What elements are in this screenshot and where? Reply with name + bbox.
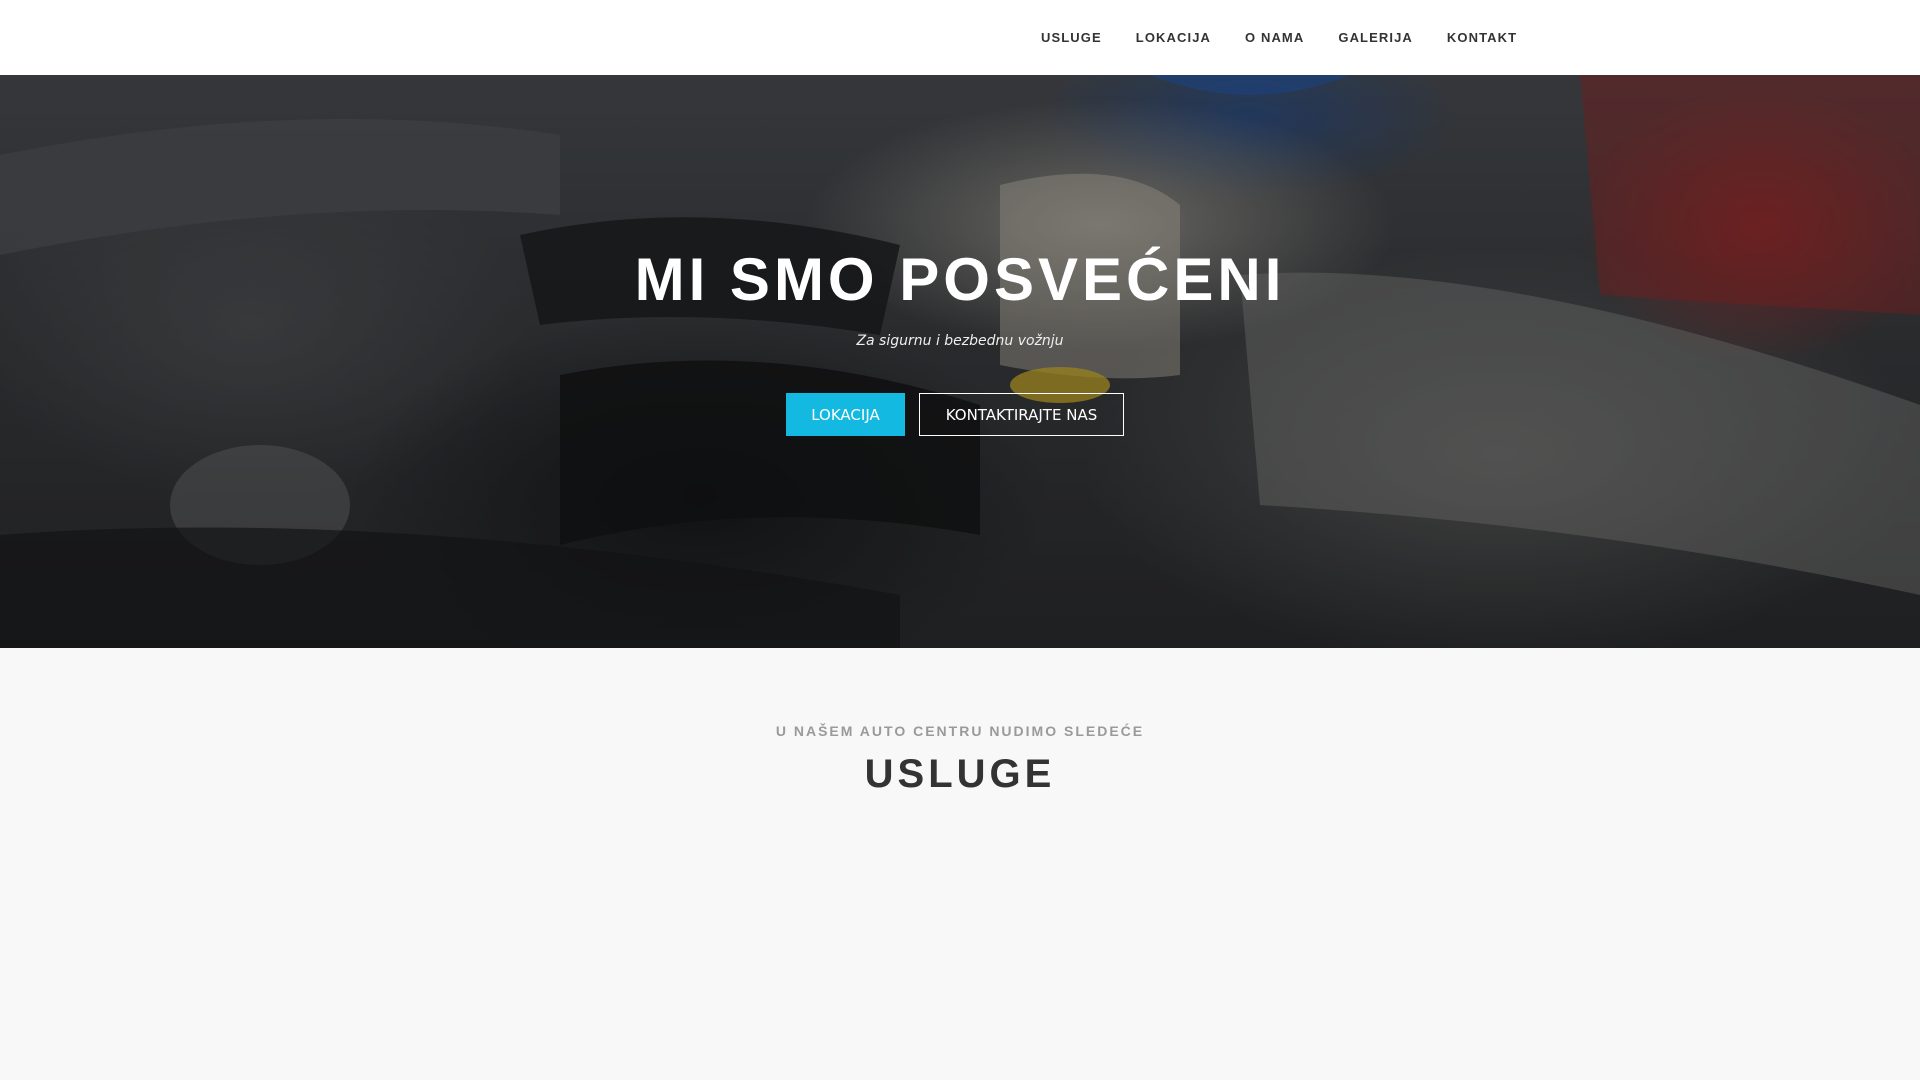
hero-overlay xyxy=(0,75,1920,648)
nav-item-kontakt[interactable]: KONTAKT xyxy=(1430,30,1534,45)
hero-subtitle: Za sigurnu i bezbednu vožnju xyxy=(856,333,1064,349)
nav-item-lokacija[interactable]: LOKACIJA xyxy=(1119,30,1228,45)
nav-item-usluge[interactable]: USLUGE xyxy=(1024,30,1119,45)
services-kicker: U NAŠEM AUTO CENTRU NUDIMO SLEDEĆE xyxy=(775,723,1145,739)
location-button[interactable]: LOKACIJA xyxy=(786,393,905,436)
nav-item-galerija[interactable]: GALERIJA xyxy=(1321,30,1430,45)
contact-us-button[interactable]: KONTAKTIRAJTE NAS xyxy=(919,393,1124,436)
hero-section: MI SMO POSVEĆENI Za sigurnu i bezbednu v… xyxy=(0,75,1920,648)
top-navbar: USLUGE LOKACIJA O NAMA GALERIJA KONTAKT xyxy=(0,0,1920,75)
nav-item-o-nama[interactable]: O NAMA xyxy=(1228,30,1321,45)
hero-title: MI SMO POSVEĆENI xyxy=(634,246,1286,313)
main-nav: USLUGE LOKACIJA O NAMA GALERIJA KONTAKT xyxy=(1024,0,1534,75)
services-title: USLUGE xyxy=(864,752,1056,796)
